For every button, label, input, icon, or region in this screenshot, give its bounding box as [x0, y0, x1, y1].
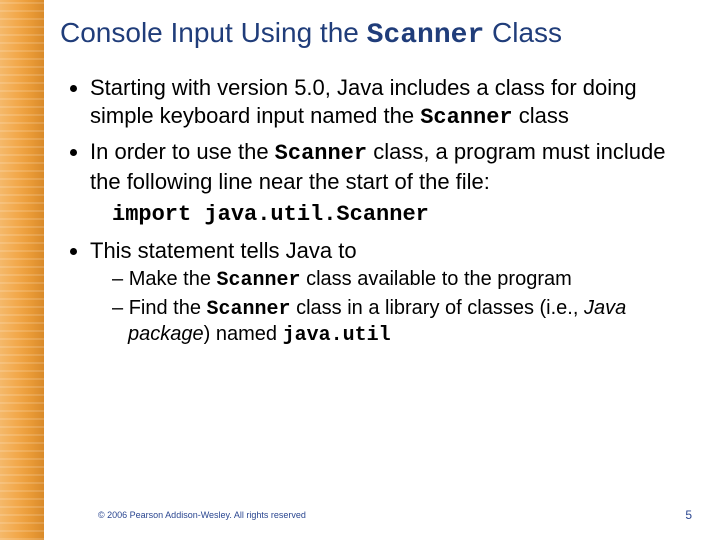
- bullet-text: Find the: [129, 297, 207, 319]
- bullet-text: class available to the program: [301, 268, 572, 290]
- slide-content: Starting with version 5.0, Java includes…: [64, 74, 690, 355]
- title-text-pre: Console Input Using the: [60, 17, 367, 48]
- title-code: Scanner: [367, 20, 485, 51]
- bullet-text: class: [513, 103, 569, 128]
- slide-title: Console Input Using the Scanner Class: [60, 16, 690, 53]
- copyright-text: © 2006 Pearson Addison-Wesley. All right…: [98, 510, 306, 520]
- title-text-post: Class: [484, 17, 562, 48]
- sub-bullet-item: Make the Scanner class available to the …: [112, 267, 690, 294]
- code-import-line: import java.util.Scanner: [90, 201, 690, 229]
- sub-bullet-list: Make the Scanner class available to the …: [90, 267, 690, 349]
- bullet-item: In order to use the Scanner class, a pro…: [90, 138, 690, 228]
- bullet-item: Starting with version 5.0, Java includes…: [90, 74, 690, 132]
- inline-code: Scanner: [275, 141, 367, 166]
- bullet-text: This statement tells Java to: [90, 238, 357, 263]
- inline-code: Scanner: [420, 105, 512, 130]
- bullet-item: This statement tells Java to Make the Sc…: [90, 237, 690, 349]
- bullet-list: Starting with version 5.0, Java includes…: [64, 74, 690, 349]
- inline-code: Scanner: [207, 298, 291, 321]
- page-number: 5: [685, 508, 692, 522]
- bullet-text: Make the: [129, 268, 217, 290]
- inline-code: java.util: [283, 324, 391, 347]
- slide: Console Input Using the Scanner Class St…: [0, 0, 720, 540]
- sidebar-decoration: [0, 0, 44, 540]
- inline-code: Scanner: [217, 269, 301, 292]
- bullet-text: ) named: [204, 323, 283, 345]
- bullet-text: class in a library of classes (i.e.,: [291, 297, 584, 319]
- bullet-text: In order to use the: [90, 139, 275, 164]
- sub-bullet-item: Find the Scanner class in a library of c…: [112, 296, 690, 349]
